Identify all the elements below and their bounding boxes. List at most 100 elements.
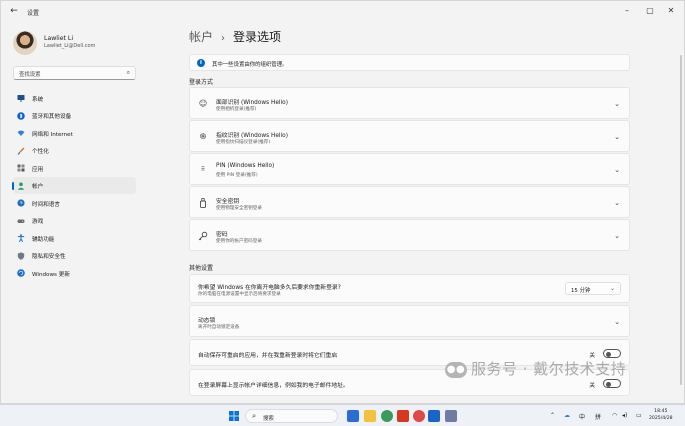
breadcrumb-separator: › [221,33,226,44]
usb-key-icon [198,198,208,208]
taskbar: ⌕ 搜索 ⌃ ☁ 中 拼 ◠ ◂) ▭ 18:45 2025/4/28 [0,404,685,426]
clock-date: 2025/4/28 [649,416,673,421]
sidebar-item-label: 帐户 [32,184,44,190]
sidebar-item-accounts[interactable]: 帐户 [12,176,136,194]
sidebar-item-windows-update[interactable]: Windows 更新 [13,264,136,282]
setting-description: 你的电脑在电源设置中显示后将要求登录 [198,292,281,297]
chevron-down-icon[interactable]: ⌄ [613,318,621,326]
option-description: 使用相机登录(推荐) [216,107,257,112]
breadcrumb-parent[interactable]: 帐户 [189,30,213,44]
file-explorer-icon[interactable] [364,410,376,422]
input-language[interactable]: 中 [579,412,585,421]
user-email: Lawliet_Li@Dell.com [44,43,96,49]
windows-start-icon[interactable] [228,410,240,422]
sidebar-item-label: 隐私和安全性 [32,254,66,260]
signin-option-password[interactable]: 密码 使用你的帐户密码登录 ⌄ [189,219,630,251]
back-arrow-icon[interactable]: ← [9,6,19,16]
sidebar-item-label: 应用 [32,166,44,173]
option-title: 面部识别 (Windows Hello) [216,100,288,106]
watermark-text: 服务号 · 戴尔技术支持 [471,360,627,378]
store-icon[interactable] [413,410,425,422]
sidebar-item-label: Windows 更新 [32,271,70,278]
sidebar-item-label: 系统 [32,96,44,103]
wifi-icon[interactable]: ◠ [612,412,617,419]
clock-time: 18:45 [654,409,668,414]
dynamic-lock-setting[interactable]: 动态锁 离开时自动锁定设备 ⌄ [189,305,630,337]
sidebar-item-apps[interactable]: 应用 [13,159,136,177]
brush-icon [17,147,25,155]
section-heading-sign-in: 登录方式 [189,79,214,86]
managed-info-banner: i 其中一些设置由你的组织管理。 [189,54,630,71]
close-button[interactable]: ✕ [665,5,677,17]
taskbar-search-placeholder: 搜索 [263,415,274,422]
avatar[interactable] [13,31,37,55]
input-method[interactable]: 拼 [595,412,601,421]
auto-restart-toggle[interactable] [603,349,621,358]
outlook-icon[interactable] [428,410,440,422]
sidebar-item-label: 蓝牙和其他设备 [32,114,72,120]
sidebar-item-gaming[interactable]: 游戏 [13,212,136,230]
require-signin-setting: 你希望 Windows 在你离开电脑多久后要求你重新登录? 你的电脑在电源设置中… [189,274,630,303]
info-banner-text: 其中一些设置由你的组织管理。 [212,62,288,68]
globe-clock-icon [17,199,25,207]
search-input[interactable]: 查找设置 ⌕ [13,66,136,80]
option-title: PIN (Windows Hello) [216,163,275,169]
signin-option-security-key[interactable]: 安全密钥 使用物理安全密钥登录 ⌄ [189,186,630,218]
chevron-down-icon[interactable]: ⌄ [613,232,621,240]
edge-browser-icon[interactable] [381,410,393,422]
maximize-button[interactable]: ▢ [644,5,656,17]
onedrive-cloud-icon[interactable]: ☁ [564,412,570,419]
require-signin-dropdown[interactable]: 15 分钟 ⌄ [565,282,621,295]
sidebar-item-system[interactable]: 系统 [13,89,136,107]
volume-icon[interactable]: ◂) [622,412,627,419]
sidebar-item-label: 个性化 [32,149,49,155]
settings-window: ← 设置 – ▢ ✕ Lawliet Li Lawliet_Li@Dell.co… [0,0,685,404]
chevron-down-icon[interactable]: ⌄ [613,166,621,174]
minimize-button[interactable]: – [621,5,633,17]
sidebar-item-bluetooth[interactable]: 蓝牙和其他设备 [13,107,136,125]
scrollbar[interactable] [680,55,682,385]
chevron-down-icon[interactable]: ⌄ [613,133,621,141]
signin-option-pin[interactable]: ⠿ PIN (Windows Hello) 使用 PIN 登录(推荐) ⌄ [189,153,630,185]
chevron-up-icon[interactable]: ⌃ [550,412,555,419]
section-heading-other: 其他设置 [189,265,214,272]
setting-title: 自动保存可重启的应用，并在我重新登录时将它们重启 [198,353,338,359]
bluetooth-icon [17,111,25,120]
fingerprint-icon: ֍ [199,132,207,141]
sidebar-item-network[interactable]: 网络和 Internet [13,124,136,142]
update-icon [17,269,25,277]
setting-title: 你希望 Windows 在你离开电脑多久后要求你重新登录? [198,285,341,291]
toggle-knob [606,381,611,387]
user-name: Lawliet Li [44,35,74,42]
active-indicator [12,181,14,190]
sidebar-item-privacy[interactable]: 隐私和安全性 [13,247,136,265]
office-icon[interactable] [397,410,409,422]
sidebar-item-label: 时间和语言 [32,201,60,208]
show-details-toggle[interactable] [603,379,621,388]
settings-gear-icon[interactable] [445,410,457,422]
task-view-icon[interactable] [347,410,359,422]
setting-title: 动态锁 [198,318,216,324]
watermark: ●● 服务号 · 戴尔技术支持 [445,358,626,379]
app-title: 设置 [27,10,40,17]
search-placeholder: 查找设置 [19,72,41,78]
breadcrumb: 帐户 › 登录选项 [189,28,281,45]
chevron-down-icon[interactable]: ⌄ [613,199,621,207]
search-icon: ⌕ [126,69,130,76]
option-title: 指纹识别 (Windows Hello) [216,133,288,139]
setting-title: 在登录屏幕上显示帐户详细信息，例如我的电子邮件地址。 [198,383,349,389]
sidebar-item-accessibility[interactable]: 辅助功能 [13,229,136,247]
signin-option-face[interactable]: ☺ 面部识别 (Windows Hello) 使用相机登录(推荐) ⌄ [189,87,630,119]
face-icon: ☺ [198,99,208,108]
setting-description: 离开时自动锁定设备 [198,325,240,330]
chevron-down-icon[interactable]: ⌄ [613,100,621,108]
sidebar-item-personalization[interactable]: 个性化 [13,142,136,160]
taskbar-search[interactable]: ⌕ 搜索 [245,409,338,423]
clock[interactable]: 18:45 2025/4/28 [649,408,673,422]
sidebar-item-time-language[interactable]: 时间和语言 [13,194,136,212]
apps-icon [17,164,25,172]
sidebar-item-label: 网络和 Internet [32,131,73,138]
signin-option-fingerprint[interactable]: ֍ 指纹识别 (Windows Hello) 使用指纹扫描仪登录(推荐) ⌄ [189,120,630,152]
sidebar-nav: 系统 蓝牙和其他设备 网络和 Internet 个性化 应用 帐户 时间和语言 [12,89,136,282]
battery-icon[interactable]: ▭ [636,412,642,419]
